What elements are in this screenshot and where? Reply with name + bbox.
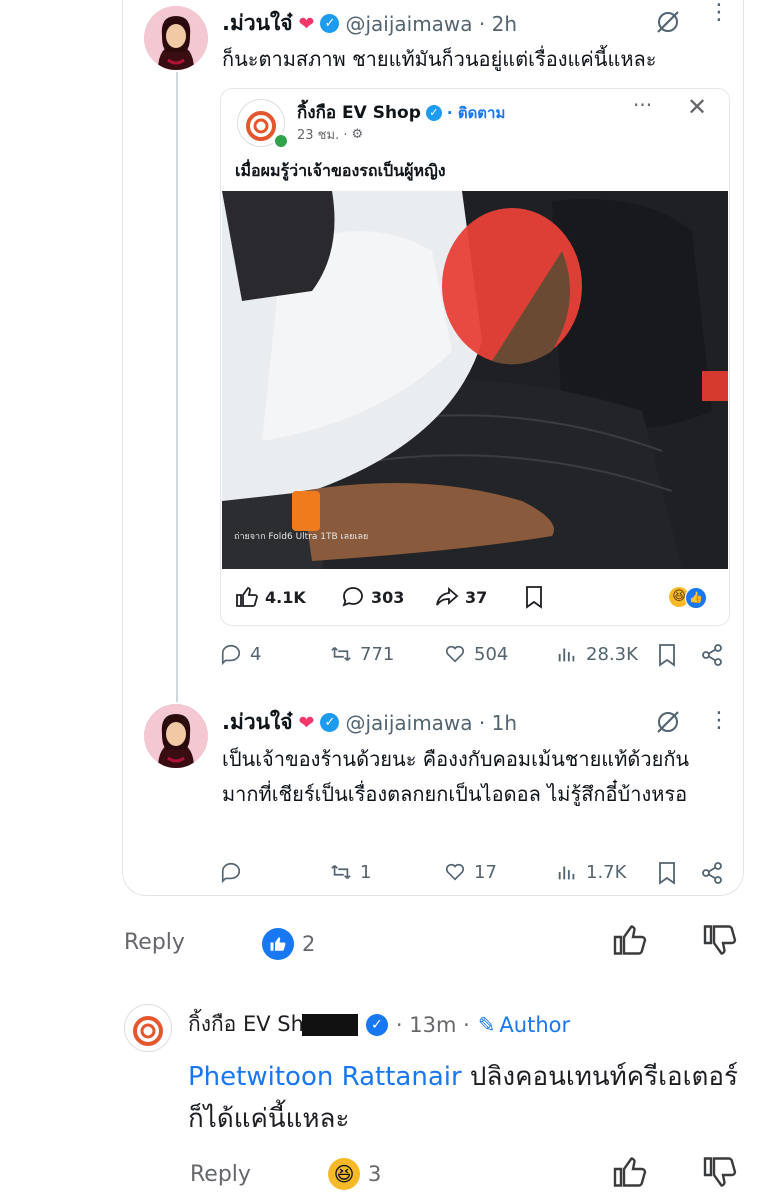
thumbs-up-icon [613, 925, 647, 955]
like-button[interactable] [612, 1154, 648, 1194]
reaction-count: 2 [302, 932, 316, 956]
thumbs-down-icon [703, 925, 737, 955]
name-redaction [301, 1013, 358, 1036]
commenter-name[interactable]: กิ้งกือ EV Sh [188, 1008, 304, 1041]
dislike-button[interactable] [702, 922, 738, 962]
commenter-avatar[interactable] [124, 1004, 172, 1052]
mention-link[interactable]: Phetwitoon Rattanair [188, 1062, 462, 1092]
dislike-button[interactable] [702, 1154, 738, 1194]
verified-icon: ✓ [365, 1013, 388, 1036]
like-button[interactable] [612, 922, 648, 962]
haha-reaction-icon: 😆 [328, 1158, 360, 1190]
pencil-icon: ✎ [477, 1012, 496, 1037]
comment-body: Phetwitoon Rattanair ปลิงคอนเทนท์ครีเอเต… [188, 1056, 748, 1140]
reaction-count: 3 [368, 1162, 382, 1186]
author-badge-label: Author [499, 1012, 571, 1037]
screenshot-frame [122, 0, 744, 896]
thumbs-up-icon [613, 1157, 647, 1187]
reaction-summary[interactable]: 😆 3 [328, 1158, 381, 1190]
reply-button[interactable]: Reply [124, 930, 185, 955]
reply-button[interactable]: Reply [190, 1162, 251, 1187]
author-badge: ✎ Author [478, 1013, 570, 1037]
thumbs-down-icon [703, 1157, 737, 1187]
reaction-summary[interactable]: 2 [262, 928, 315, 960]
like-reaction-icon [262, 928, 294, 960]
comment-time: · 13m · [395, 1012, 470, 1037]
